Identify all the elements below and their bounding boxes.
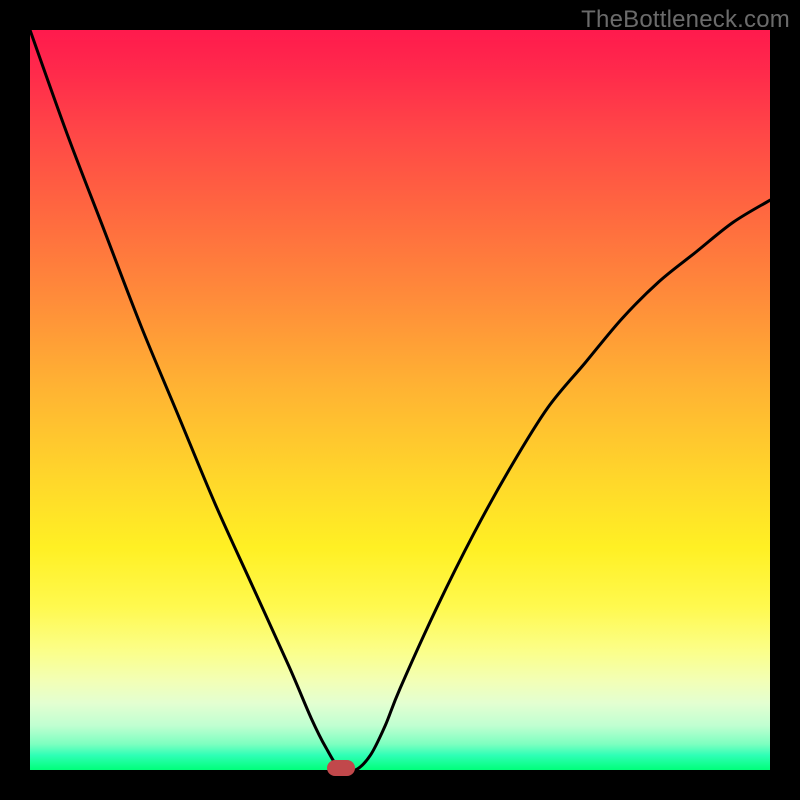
optimum-marker [327,760,355,776]
plot-area [30,30,770,770]
chart-frame: TheBottleneck.com [0,0,800,800]
bottleneck-curve [30,30,770,770]
curve-svg [30,30,770,770]
